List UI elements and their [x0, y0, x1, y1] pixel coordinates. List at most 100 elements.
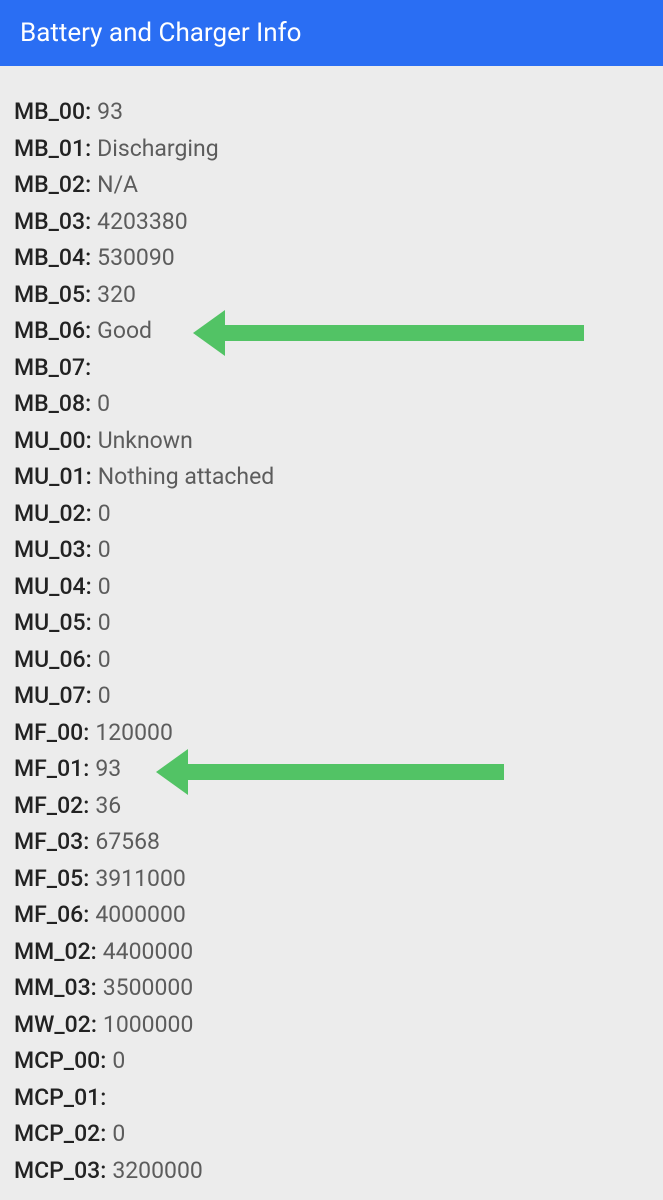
page-title: Battery and Charger Info [20, 18, 301, 48]
info-row: MW_02:1000000 [14, 1007, 649, 1044]
info-key: MCP_02 [14, 1116, 100, 1153]
separator: : [83, 824, 89, 861]
info-row: MB_02:N/A [14, 167, 649, 204]
info-key: MB_06 [14, 313, 85, 350]
info-row: MF_03:67568 [14, 824, 649, 861]
info-row: MU_04:0 [14, 569, 649, 606]
info-value: 3200000 [112, 1153, 202, 1190]
separator: : [86, 642, 92, 679]
info-value: 3911000 [95, 861, 185, 898]
separator: : [86, 532, 92, 569]
info-row: MU_01:Nothing attached [14, 459, 649, 496]
info-row: MCP_02:0 [14, 1116, 649, 1153]
info-row: MU_07:0 [14, 678, 649, 715]
info-row: MU_00:Unknown [14, 423, 649, 460]
info-value: N/A [97, 167, 138, 204]
separator: : [85, 167, 91, 204]
info-value: 0 [98, 496, 111, 533]
separator: : [85, 313, 91, 350]
info-value: 67568 [95, 824, 160, 861]
separator: : [100, 1080, 106, 1117]
separator: : [85, 240, 91, 277]
info-key: MM_02 [14, 934, 91, 971]
annotation-arrow-icon [184, 764, 504, 780]
info-value: 0 [112, 1043, 125, 1080]
info-row: MU_02:0 [14, 496, 649, 533]
info-key: MB_00 [14, 94, 85, 131]
info-row: MB_03:4203380 [14, 204, 649, 241]
info-key: MB_01 [14, 131, 85, 168]
info-value: 0 [98, 678, 111, 715]
page-header: Battery and Charger Info [0, 0, 663, 66]
separator: : [85, 386, 91, 423]
info-key: MU_04 [14, 569, 86, 606]
separator: : [83, 751, 89, 788]
info-key: MF_00 [14, 715, 83, 752]
info-value: 4400000 [103, 934, 193, 971]
info-row: MF_06:4000000 [14, 897, 649, 934]
separator: : [83, 788, 89, 825]
info-row: MB_07: [14, 350, 649, 387]
separator: : [83, 861, 89, 898]
separator: : [83, 897, 89, 934]
info-row: MF_05:3911000 [14, 861, 649, 898]
info-value: 530090 [97, 240, 175, 277]
info-value: 1000000 [103, 1007, 193, 1044]
separator: : [85, 131, 91, 168]
info-value: 0 [98, 642, 111, 679]
info-key: MW_02 [14, 1007, 91, 1044]
info-row: MF_00:120000 [14, 715, 649, 752]
info-value: 320 [97, 277, 136, 314]
info-key: MB_05 [14, 277, 85, 314]
annotation-arrow-icon [221, 325, 584, 341]
info-row: MU_06:0 [14, 642, 649, 679]
separator: : [86, 496, 92, 533]
info-key: MCP_00 [14, 1043, 100, 1080]
info-key: MU_00 [14, 423, 86, 460]
info-row: MCP_01: [14, 1080, 649, 1117]
info-key: MB_04 [14, 240, 85, 277]
info-value: Unknown [98, 423, 193, 460]
separator: : [85, 204, 91, 241]
info-value: 0 [98, 605, 111, 642]
info-row: MB_05:320 [14, 277, 649, 314]
info-key: MU_03 [14, 532, 86, 569]
info-value: Discharging [97, 131, 218, 168]
info-row: MCP_03:3200000 [14, 1153, 649, 1190]
info-key: MU_06 [14, 642, 86, 679]
info-value: 4000000 [95, 897, 185, 934]
info-key: MF_01 [14, 751, 83, 788]
info-key: MF_06 [14, 897, 83, 934]
info-key: MCP_01 [14, 1080, 100, 1117]
info-row: MCP_00:0 [14, 1043, 649, 1080]
info-row: MB_04:530090 [14, 240, 649, 277]
info-key: MF_05 [14, 861, 83, 898]
separator: : [83, 715, 89, 752]
info-value: 93 [97, 94, 123, 131]
separator: : [100, 1153, 106, 1190]
info-row: MB_08:0 [14, 386, 649, 423]
info-row: MB_01:Discharging [14, 131, 649, 168]
info-key: MU_02 [14, 496, 86, 533]
info-value: 3500000 [103, 970, 193, 1007]
info-key: MM_03 [14, 970, 91, 1007]
separator: : [91, 1007, 97, 1044]
info-key: MB_03 [14, 204, 85, 241]
info-key: MCP_03 [14, 1153, 100, 1190]
separator: : [85, 350, 91, 387]
separator: : [100, 1116, 106, 1153]
info-key: MB_02 [14, 167, 85, 204]
info-key: MU_05 [14, 605, 86, 642]
info-key: MB_08 [14, 386, 85, 423]
separator: : [86, 423, 92, 460]
separator: : [91, 970, 97, 1007]
info-row: MU_03:0 [14, 532, 649, 569]
info-row: MM_03:3500000 [14, 970, 649, 1007]
separator: : [86, 605, 92, 642]
separator: : [86, 678, 92, 715]
separator: : [86, 569, 92, 606]
info-key: MF_03 [14, 824, 83, 861]
info-key: MB_07 [14, 350, 85, 387]
info-key: MU_07 [14, 678, 86, 715]
separator: : [86, 459, 92, 496]
